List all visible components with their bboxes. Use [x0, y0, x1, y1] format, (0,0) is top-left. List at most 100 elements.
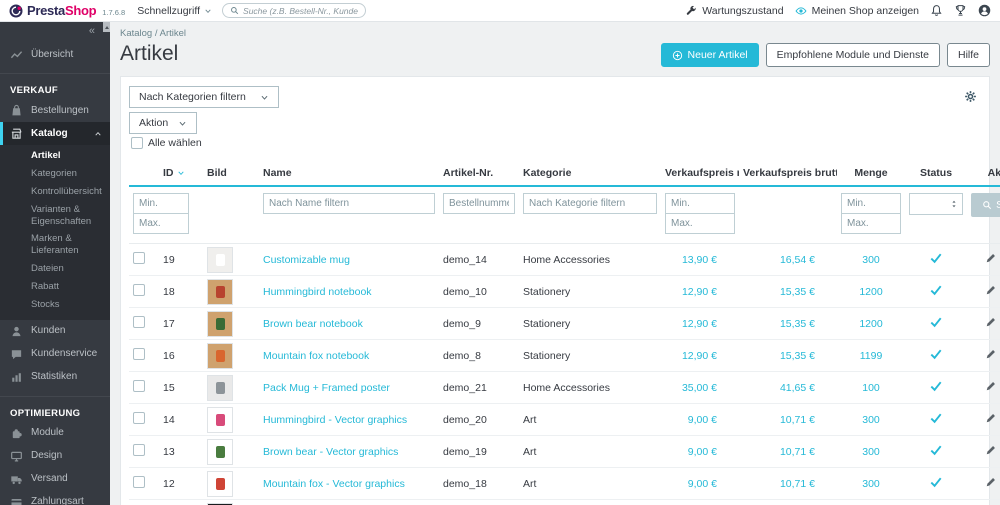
id-max-input[interactable]	[133, 213, 189, 234]
product-thumbnail[interactable]	[207, 375, 233, 401]
row-status-cell	[905, 340, 967, 372]
product-name-link[interactable]: Pack Mug + Framed poster	[263, 382, 390, 394]
sidebar-subitem-kategorien[interactable]: Kategorien	[0, 165, 110, 183]
sidebar-item-kundenservice[interactable]: Kundenservice	[0, 343, 110, 366]
id-min-input[interactable]	[133, 193, 189, 214]
achievements-button[interactable]	[954, 4, 967, 17]
category-filter-dropdown[interactable]: Nach Kategorien filtern	[129, 86, 279, 108]
row-status-cell	[905, 372, 967, 404]
row-checkbox[interactable]	[133, 252, 145, 264]
sidebar-item-zahlungsart[interactable]: Zahlungsart	[0, 491, 110, 505]
sidebar-collapse-button[interactable]: «	[0, 22, 110, 39]
product-thumbnail[interactable]	[207, 439, 233, 465]
table-search-button[interactable]: Suche	[971, 193, 1000, 217]
product-thumbnail[interactable]	[207, 247, 233, 273]
pencil-icon[interactable]	[985, 316, 997, 328]
sidebar-item-katalog[interactable]: Katalog	[0, 122, 110, 145]
sidebar-item-statistiken[interactable]: Statistiken	[0, 366, 110, 389]
product-thumbnail[interactable]	[207, 407, 233, 433]
sidebar-subitem-stocks[interactable]: Stocks	[0, 296, 110, 314]
price-min-input[interactable]	[665, 193, 735, 214]
product-thumbnail[interactable]	[207, 311, 233, 337]
reference-filter-input[interactable]	[443, 193, 515, 214]
sidebar-subitem-artikel[interactable]: Artikel	[0, 147, 110, 165]
status-filter-select[interactable]	[909, 193, 963, 215]
row-actions	[985, 284, 1000, 296]
breadcrumb-katalog[interactable]: Katalog	[120, 28, 152, 39]
sidebar-subitem-kontrollübersicht[interactable]: Kontrollübersicht	[0, 183, 110, 201]
product-thumbnail[interactable]	[207, 471, 233, 497]
pencil-icon[interactable]	[985, 380, 997, 392]
product-name-link[interactable]: Brown bear - Vector graphics	[263, 446, 398, 458]
price-max-input[interactable]	[665, 213, 735, 234]
sidebar-subitem-marken-lieferanten[interactable]: Marken & Lieferanten	[0, 230, 110, 260]
bulk-action-dropdown[interactable]: Aktion	[129, 112, 197, 134]
pencil-icon[interactable]	[985, 284, 997, 296]
recommended-modules-button[interactable]: Empfohlene Module und Dienste	[766, 43, 940, 67]
sidebar-item-module[interactable]: Module	[0, 422, 110, 445]
list-settings-button[interactable]	[964, 90, 977, 108]
sidebar-item-label: Kundenservice	[31, 348, 102, 360]
account-menu-button[interactable]	[978, 4, 991, 17]
row-actions	[985, 348, 1000, 360]
product-name-link[interactable]: Mountain fox - Vector graphics	[263, 478, 405, 490]
row-checkbox[interactable]	[133, 476, 145, 488]
price-filter	[665, 193, 735, 234]
row-checkbox[interactable]	[133, 380, 145, 392]
quantity-max-input[interactable]	[841, 213, 901, 234]
product-name-link[interactable]: Hummingbird - Vector graphics	[263, 414, 407, 426]
sidebar-subitem-rabatt[interactable]: Rabatt	[0, 278, 110, 296]
global-search[interactable]	[222, 3, 366, 18]
sidebar-item-label: Statistiken	[31, 371, 102, 383]
column-header-id[interactable]: ID	[159, 161, 203, 186]
sidebar-item-design[interactable]: Design	[0, 445, 110, 468]
pencil-icon[interactable]	[985, 252, 997, 264]
product-thumbnail[interactable]	[207, 343, 233, 369]
sidebar-scrollbar[interactable]	[103, 22, 110, 32]
sidebar-item-übersicht[interactable]: Übersicht	[0, 43, 110, 66]
row-checkbox[interactable]	[133, 316, 145, 328]
sidebar-item-kunden[interactable]: Kunden	[0, 320, 110, 343]
name-filter-input[interactable]	[263, 193, 435, 214]
row-price-net-cell: 9,00 €	[661, 436, 739, 468]
quantity-min-input[interactable]	[841, 193, 901, 214]
row-checkbox[interactable]	[133, 412, 145, 424]
category-filter-input[interactable]	[523, 193, 657, 214]
new-article-button[interactable]: Neuer Artikel	[661, 43, 759, 67]
row-checkbox[interactable]	[133, 444, 145, 456]
sidebar-item-versand[interactable]: Versand	[0, 468, 110, 491]
product-thumbnail[interactable]	[207, 279, 233, 305]
column-header-aktion: Aktion	[967, 161, 1000, 186]
row-checkbox[interactable]	[133, 284, 145, 296]
product-name-link[interactable]: Mountain fox notebook	[263, 350, 369, 362]
version-label: 1.7.6.8	[102, 8, 125, 17]
topbar: PrestaShop 1.7.6.8 Schnellzugriff Wartun…	[0, 0, 1000, 22]
sidebar-block: Bestellungen	[0, 99, 110, 122]
row-actions-cell	[967, 500, 1000, 505]
pencil-icon[interactable]	[985, 348, 997, 360]
view-shop-link[interactable]: Meinen Shop anzeigen	[795, 5, 919, 17]
row-checkbox[interactable]	[133, 348, 145, 360]
breadcrumb-artikel[interactable]: Artikel	[160, 28, 186, 39]
notifications-button[interactable]	[930, 4, 943, 17]
prestashop-logo[interactable]: PrestaShop 1.7.6.8	[9, 3, 125, 18]
quick-access-menu[interactable]: Schnellzugriff	[137, 5, 212, 17]
pencil-icon[interactable]	[985, 476, 997, 488]
breadcrumb-separator: /	[155, 28, 158, 39]
sidebar-subitem-dateien[interactable]: Dateien	[0, 260, 110, 278]
global-search-input[interactable]	[243, 6, 358, 16]
row-price-gross-cell: 15,35 €	[739, 276, 837, 308]
sidebar-item-label: Zahlungsart	[31, 496, 102, 505]
sidebar-subitem-varianten-eigenschaften[interactable]: Varianten & Eigenschaften	[0, 201, 110, 231]
product-name-link[interactable]: Brown bear notebook	[263, 318, 363, 330]
pencil-icon[interactable]	[985, 412, 997, 424]
product-name-link[interactable]: Hummingbird notebook	[263, 286, 372, 298]
select-all-checkbox[interactable]	[131, 137, 143, 149]
product-name-link[interactable]: Customizable mug	[263, 254, 350, 266]
pencil-icon[interactable]	[985, 444, 997, 456]
help-button[interactable]: Hilfe	[947, 43, 990, 67]
id-sort-control[interactable]: ID	[163, 167, 185, 179]
maintenance-mode-link[interactable]: Wartungszustand	[685, 5, 783, 17]
sidebar-item-bestellungen[interactable]: Bestellungen	[0, 99, 110, 122]
sidebar-block: Kundenservice	[0, 343, 110, 366]
